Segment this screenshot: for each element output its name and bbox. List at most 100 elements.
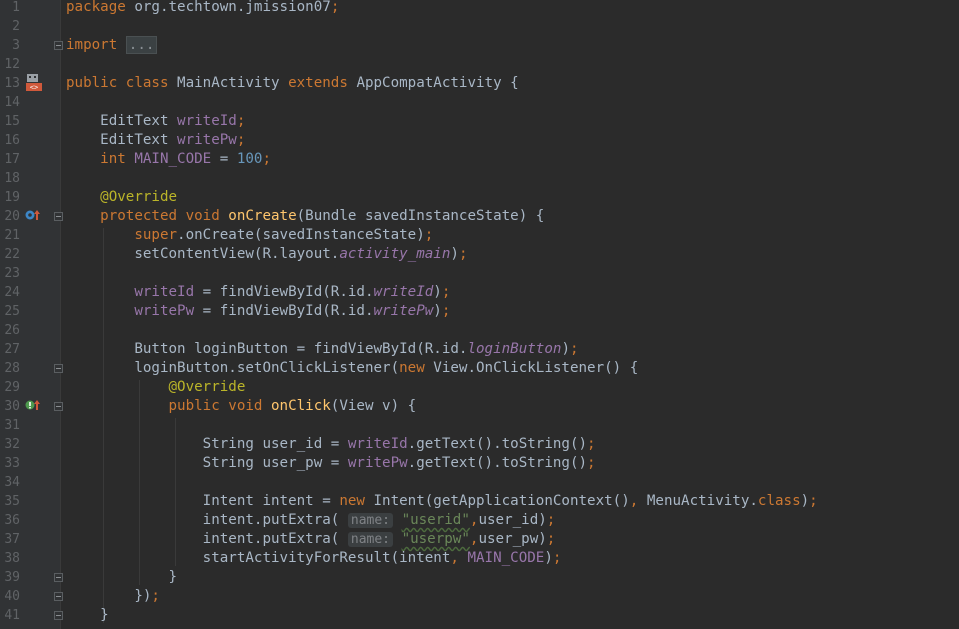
override-method-icon[interactable] [25, 209, 41, 221]
code-text[interactable]: intent.putExtra( name: "userid",user_id)… [66, 511, 555, 530]
code-token: activity_main [339, 246, 451, 262]
code-line[interactable]: 14 [0, 93, 959, 112]
code-line[interactable]: 34 [0, 473, 959, 492]
code-line[interactable]: 24 writeId = findViewById(R.id.writeId); [0, 283, 959, 302]
code-line[interactable]: 17 int MAIN_CODE = 100; [0, 150, 959, 169]
code-line[interactable]: 37 intent.putExtra( name: "userpw",user_… [0, 530, 959, 549]
code-text[interactable]: import ... [66, 36, 158, 55]
code-text[interactable]: public class MainActivity extends AppCom… [66, 74, 519, 93]
code-token: org.techtown.jmission07 [134, 0, 331, 15]
line-number: 3 [12, 38, 20, 53]
code-line[interactable]: 25 writePw = findViewById(R.id.writePw); [0, 302, 959, 321]
code-line[interactable]: 31 [0, 416, 959, 435]
code-line[interactable]: 38 startActivityForResult(intent, MAIN_C… [0, 549, 959, 568]
code-text[interactable]: startActivityForResult(intent, MAIN_CODE… [66, 549, 562, 568]
code-token: MAIN_CODE [467, 550, 545, 566]
code-token: Button loginButton = findViewById(R.id. [66, 341, 468, 357]
code-token: setContentView(R.layout. [66, 246, 340, 262]
line-number: 38 [4, 551, 20, 566]
code-line[interactable]: 12 [0, 55, 959, 74]
line-number: 14 [4, 95, 20, 110]
code-line[interactable]: 26 [0, 321, 959, 340]
code-text[interactable]: EditText writePw; [66, 131, 245, 150]
fold-marker[interactable] [54, 402, 63, 411]
code-line[interactable]: 27 Button loginButton = findViewById(R.i… [0, 340, 959, 359]
code-line[interactable]: 22 setContentView(R.layout.activity_main… [0, 245, 959, 264]
code-token: ; [236, 113, 246, 129]
code-line[interactable]: 13 public class MainActivity extends AppC… [0, 74, 959, 93]
code-text[interactable]: loginButton.setOnClickListener(new View.… [66, 359, 638, 378]
code-text[interactable]: @Override [66, 378, 245, 397]
code-text[interactable]: setContentView(R.layout.activity_main); [66, 245, 467, 264]
code-text[interactable]: public void onClick(View v) { [66, 397, 416, 416]
code-line[interactable]: 39 } [0, 568, 959, 587]
code-line[interactable]: 33 String user_pw = writePw.getText().to… [0, 454, 959, 473]
code-line[interactable]: 1 package org.techtown.jmission07; [0, 0, 959, 17]
code-token: ) [561, 341, 570, 357]
code-token: writeId [373, 284, 434, 300]
code-text[interactable]: protected void onCreate(Bundle savedInst… [66, 207, 544, 226]
code-line[interactable]: 20 protected void onCreate(Bundle savedI… [0, 207, 959, 226]
android-activity-icon[interactable]: <> [26, 74, 42, 91]
fold-marker[interactable] [54, 41, 63, 50]
code-text[interactable]: Button loginButton = findViewById(R.id.l… [66, 340, 578, 359]
code-token: MenuActivity. [646, 493, 758, 509]
code-text[interactable]: super.onCreate(savedInstanceState); [66, 226, 433, 245]
code-text[interactable]: writePw = findViewById(R.id.writePw); [66, 302, 450, 321]
code-line[interactable]: 28 loginButton.setOnClickListener(new Vi… [0, 359, 959, 378]
code-line[interactable]: 16 EditText writePw; [0, 131, 959, 150]
line-number: 22 [4, 247, 20, 262]
code-token: ) [433, 284, 442, 300]
code-line[interactable]: 35 Intent intent = new Intent(getApplica… [0, 492, 959, 511]
implement-method-icon[interactable] [25, 399, 41, 411]
code-line[interactable]: 32 String user_id = writeId.getText().to… [0, 435, 959, 454]
code-text[interactable]: String user_pw = writePw.getText().toStr… [66, 454, 596, 473]
code-token: import [66, 37, 126, 53]
code-token: "userid" [401, 512, 470, 528]
code-editor[interactable]: 1 package org.techtown.jmission07; 2 3 impor… [0, 0, 959, 629]
code-line[interactable]: 3 import ... [0, 36, 959, 55]
line-number: 35 [4, 494, 20, 509]
code-text[interactable]: writeId = findViewById(R.id.writeId); [66, 283, 450, 302]
code-line[interactable]: 41 } [0, 606, 959, 625]
fold-marker[interactable] [54, 592, 63, 601]
code-line[interactable]: 30 public void onClick(View v) { [0, 397, 959, 416]
line-number: 29 [4, 380, 20, 395]
code-text[interactable]: package org.techtown.jmission07; [66, 0, 339, 17]
line-number: 12 [4, 57, 20, 72]
code-text[interactable]: String user_id = writeId.getText().toStr… [66, 435, 596, 454]
code-text[interactable]: } [66, 568, 177, 587]
line-number: 24 [4, 285, 20, 300]
code-line[interactable]: 15 EditText writeId; [0, 112, 959, 131]
code-text[interactable]: } [66, 606, 109, 625]
fold-marker[interactable] [54, 611, 63, 620]
code-line[interactable]: 19 @Override [0, 188, 959, 207]
code-line[interactable]: 36 intent.putExtra( name: "userid",user_… [0, 511, 959, 530]
code-line[interactable]: 40 }); [0, 587, 959, 606]
fold-marker[interactable] [54, 212, 63, 221]
code-line[interactable]: 21 super.onCreate(savedInstanceState); [0, 226, 959, 245]
code-token: public class [66, 75, 178, 91]
code-token: AppCompatActivity { [356, 75, 519, 91]
fold-marker[interactable] [54, 573, 63, 582]
code-text[interactable]: EditText writeId; [66, 112, 245, 131]
line-number: 21 [4, 228, 20, 243]
code-token: ; [809, 493, 818, 509]
code-text[interactable]: @Override [66, 188, 177, 207]
svg-text:<>: <> [30, 84, 38, 92]
code-text[interactable]: Intent intent = new Intent(getApplicatio… [66, 492, 818, 511]
fold-marker[interactable] [54, 364, 63, 373]
code-line[interactable]: 18 [0, 169, 959, 188]
code-line[interactable]: 2 [0, 17, 959, 36]
code-line[interactable]: 29 @Override [0, 378, 959, 397]
line-number: 37 [4, 532, 20, 547]
code-text[interactable]: }); [66, 587, 160, 606]
code-text[interactable]: intent.putExtra( name: "userpw",user_pw)… [66, 530, 555, 549]
code-token: = findViewById(R.id. [194, 284, 374, 300]
code-token: .getText().toString() [407, 436, 588, 452]
code-token: Intent(getApplicationContext() [373, 493, 630, 509]
code-text[interactable]: int MAIN_CODE = 100; [66, 150, 271, 169]
code-line[interactable]: 23 [0, 264, 959, 283]
folded-imports[interactable]: ... [125, 36, 158, 54]
